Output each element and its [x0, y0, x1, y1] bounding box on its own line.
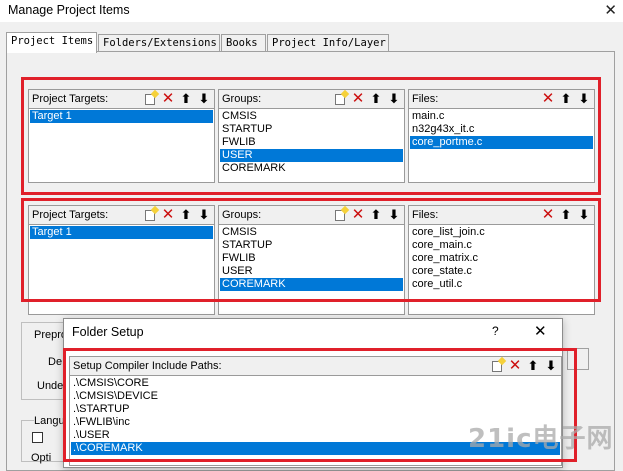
tab-project-info-layer[interactable]: Project Info/Layer	[267, 34, 389, 52]
tab-folders-extensions[interactable]: Folders/Extensions	[98, 34, 220, 52]
close-icon[interactable]: ✕	[604, 1, 617, 19]
tab-books[interactable]: Books	[221, 34, 266, 52]
language-checkbox[interactable]	[32, 432, 43, 443]
undefine-label: Unde	[37, 380, 64, 392]
options-label: Opti	[31, 452, 52, 464]
dialog-title: Folder Setup	[72, 325, 144, 339]
define-label: De	[48, 356, 63, 368]
close-icon[interactable]: ✕	[534, 322, 547, 340]
highlight-frame-top	[21, 77, 601, 195]
window-title: Manage Project Items	[8, 3, 130, 17]
language-label: Langu	[34, 415, 65, 427]
title-bar: Manage Project Items ✕	[0, 0, 623, 22]
highlight-frame-bottom	[21, 198, 601, 302]
help-icon[interactable]: ?	[492, 324, 499, 338]
tab-project-items[interactable]: Project Items	[6, 32, 97, 53]
watermark-logo: 21ic电子网	[468, 424, 614, 454]
